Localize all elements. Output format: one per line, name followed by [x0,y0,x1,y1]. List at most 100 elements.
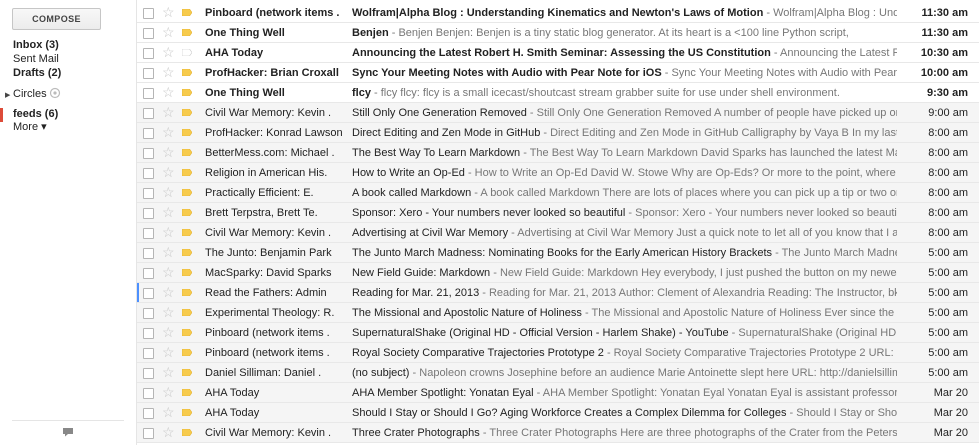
select-checkbox[interactable] [143,128,154,139]
email-row[interactable]: ☆ AHA Today AHA Member Spotlight: Yonatan … [137,383,979,403]
important-marker-icon[interactable] [182,69,192,76]
star-icon[interactable]: ☆ [162,144,175,160]
important-marker-icon[interactable] [182,269,192,276]
nav-more[interactable]: More ▾ [13,121,47,134]
email-row[interactable]: ☆ Brett Terpstra, Brett Te. Sponsor: Xero … [137,203,979,223]
star-icon[interactable]: ☆ [162,44,175,60]
select-checkbox[interactable] [143,348,154,359]
email-row[interactable]: ☆ Pinboard (network items . Royal Society … [137,343,979,363]
important-marker-icon[interactable] [182,9,192,16]
star-icon[interactable]: ☆ [162,324,175,340]
important-marker-icon[interactable] [182,349,192,356]
star-icon[interactable]: ☆ [162,384,175,400]
select-checkbox[interactable] [143,308,154,319]
important-marker-icon[interactable] [182,249,192,256]
star-icon[interactable]: ☆ [162,364,175,380]
email-row[interactable]: ☆ Civil War Memory: Kevin . Advertising at… [137,223,979,243]
important-marker-icon[interactable] [182,329,192,336]
select-checkbox[interactable] [143,8,154,19]
chat-icon[interactable] [62,427,74,437]
star-icon[interactable]: ☆ [162,304,175,320]
email-row[interactable]: ☆ One Thing Well Benjen - Benjen Benjen: B… [137,23,979,43]
important-marker-icon[interactable] [182,109,192,116]
email-row[interactable]: ☆ ProfHacker: Brian Croxall Sync Your Meet… [137,63,979,83]
select-checkbox[interactable] [143,248,154,259]
important-marker-icon[interactable] [182,169,192,176]
select-checkbox[interactable] [143,188,154,199]
compose-button[interactable]: COMPOSE [12,8,101,30]
email-row[interactable]: ☆ AHA Today Announcing the Latest Robert H… [137,43,979,63]
select-checkbox[interactable] [143,388,154,399]
important-marker-icon[interactable] [182,29,192,36]
star-icon[interactable]: ☆ [162,124,175,140]
star-icon[interactable]: ☆ [162,24,175,40]
important-marker-icon[interactable] [182,429,192,436]
important-marker-icon[interactable] [182,369,192,376]
nav-circles[interactable]: Circles [13,88,47,101]
star-icon[interactable]: ☆ [162,4,175,20]
star-icon[interactable]: ☆ [162,424,175,440]
email-row[interactable]: ☆ Daniel Silliman: Daniel . (no subject) -… [137,363,979,383]
email-row[interactable]: ☆ Religion in American His. How to Write a… [137,163,979,183]
star-icon[interactable]: ☆ [162,164,175,180]
important-marker-icon[interactable] [182,149,192,156]
important-marker-icon[interactable] [182,49,192,56]
important-marker-icon[interactable] [182,129,192,136]
important-marker-icon[interactable] [182,409,192,416]
select-checkbox[interactable] [143,428,154,439]
star-icon[interactable]: ☆ [162,264,175,280]
email-row[interactable]: ☆ ProfHacker: Konrad Lawson Direct Editing… [137,123,979,143]
select-checkbox[interactable] [143,268,154,279]
nav-inbox[interactable]: Inbox (3) [13,39,59,52]
important-marker-icon[interactable] [182,189,192,196]
star-icon[interactable]: ☆ [162,184,175,200]
important-marker-icon[interactable] [182,209,192,216]
nav-sent-mail[interactable]: Sent Mail [13,53,59,66]
star-icon[interactable]: ☆ [162,284,175,300]
select-checkbox[interactable] [143,208,154,219]
select-checkbox[interactable] [143,228,154,239]
star-icon[interactable]: ☆ [162,224,175,240]
email-snippet: - Sponsor: Xero - Your numbers never loo… [628,207,897,219]
select-checkbox[interactable] [143,88,154,99]
email-row[interactable]: ☆ Practically Efficient: E. A book called … [137,183,979,203]
important-marker-icon[interactable] [182,229,192,236]
select-checkbox[interactable] [143,368,154,379]
star-icon[interactable]: ☆ [162,104,175,120]
email-row[interactable]: ☆ One Thing Well flcy - flcy flcy: flcy is… [137,83,979,103]
star-icon[interactable]: ☆ [162,204,175,220]
email-row[interactable]: ☆ Experimental Theology: R. The Missional … [137,303,979,323]
star-icon[interactable]: ☆ [162,404,175,420]
select-checkbox[interactable] [143,68,154,79]
email-row[interactable]: ☆ AHA Today Should I Stay or Should I Go? … [137,403,979,423]
nav-feeds[interactable]: feeds (6) [13,108,58,121]
important-marker-icon[interactable] [182,389,192,396]
star-icon[interactable]: ☆ [162,64,175,80]
email-row[interactable]: ☆ The Junto: Benjamin Park The Junto March… [137,243,979,263]
email-row[interactable]: ☆ MacSparky: David Sparks New Field Guide:… [137,263,979,283]
select-checkbox[interactable] [143,408,154,419]
email-row[interactable]: ☆ Civil War Memory: Kevin . Still Only One… [137,103,979,123]
important-marker-icon[interactable] [182,309,192,316]
select-checkbox[interactable] [143,148,154,159]
important-marker-icon[interactable] [182,289,192,296]
email-row[interactable]: ☆ Civil War Memory: Kevin . Three Crater P… [137,423,979,443]
select-checkbox[interactable] [143,328,154,339]
star-icon[interactable]: ☆ [162,344,175,360]
select-checkbox[interactable] [143,28,154,39]
expand-arrow-icon[interactable]: ▶ [5,91,10,99]
select-checkbox[interactable] [143,108,154,119]
select-checkbox[interactable] [143,168,154,179]
select-checkbox[interactable] [143,288,154,299]
nav-drafts[interactable]: Drafts (2) [13,67,61,80]
star-icon[interactable]: ☆ [162,84,175,100]
circles-icon[interactable] [49,87,61,99]
select-checkbox[interactable] [143,48,154,59]
important-marker-icon[interactable] [182,89,192,96]
email-snippet: - SupernaturalShake (Original HD - Offic… [731,327,897,339]
email-row[interactable]: ☆ Read the Fathers: Admin Reading for Mar.… [137,283,979,303]
star-icon[interactable]: ☆ [162,244,175,260]
email-row[interactable]: ☆ Pinboard (network items . Wolfram|Alpha … [137,3,979,23]
email-row[interactable]: ☆ BetterMess.com: Michael . The Best Way T… [137,143,979,163]
email-row[interactable]: ☆ Pinboard (network items . SupernaturalSh… [137,323,979,343]
